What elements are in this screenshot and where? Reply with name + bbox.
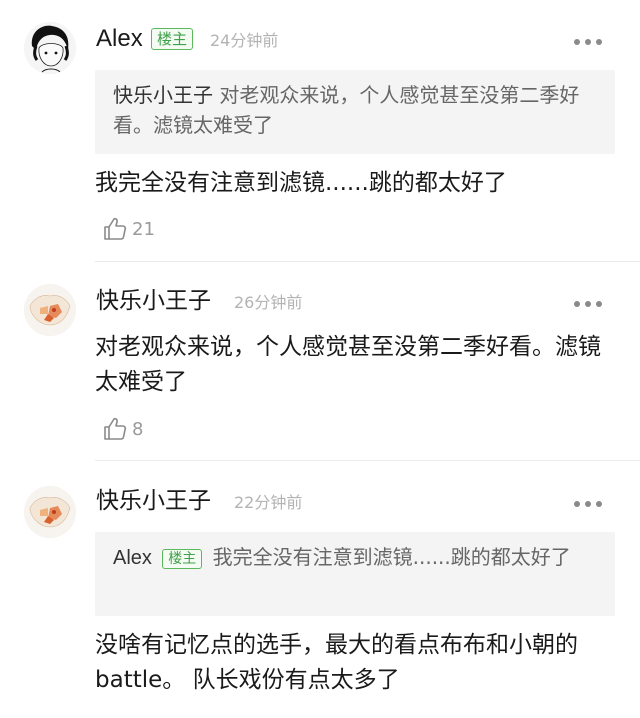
comment-item: Alex 楼主 24分钟前 快乐小王子 对老观众来说，个人感觉甚至没第二季好看。… bbox=[0, 0, 640, 262]
more-dots-icon[interactable] bbox=[574, 38, 602, 46]
op-badge: 楼主 bbox=[162, 548, 203, 569]
like-count: 21 bbox=[132, 218, 155, 240]
author-name[interactable]: Alex bbox=[96, 24, 143, 54]
quoted-author: 快乐小王子 bbox=[113, 83, 213, 107]
quoted-reply[interactable]: 快乐小王子 对老观众来说，个人感觉甚至没第二季好看。滤镜太难受了 bbox=[95, 70, 615, 154]
comment-item: 快乐小王子 26分钟前 对老观众来说，个人感觉甚至没第二季好看。滤镜太难受了 8 bbox=[0, 262, 640, 461]
map-avatar-illustration bbox=[24, 486, 76, 538]
more-dots-icon[interactable] bbox=[574, 300, 602, 308]
like-button[interactable]: 8 bbox=[102, 416, 143, 442]
avatar-illustration bbox=[24, 22, 76, 74]
like-button[interactable]: 21 bbox=[102, 216, 155, 242]
quoted-reply[interactable]: Alex 楼主 我完全没有注意到滤镜......跳的都太好了 bbox=[95, 532, 615, 616]
comment-time: 26分钟前 bbox=[234, 293, 303, 312]
map-avatar-illustration bbox=[24, 284, 76, 336]
comment-item: 快乐小王子 22分钟前 Alex 楼主 我完全没有注意到滤镜......跳的都太… bbox=[0, 460, 640, 718]
avatar[interactable] bbox=[24, 22, 76, 74]
avatar[interactable] bbox=[24, 284, 76, 336]
op-badge-wrap: 楼主 bbox=[151, 28, 194, 50]
quoted-author: Alex bbox=[113, 547, 152, 569]
more-dots-icon[interactable] bbox=[574, 500, 602, 508]
comment-text: 没啥有记忆点的选手，最大的看点布布和小朝的battle。 队长戏份有点太多了 bbox=[95, 632, 578, 693]
comment-time: 22分钟前 bbox=[234, 493, 303, 512]
author-name[interactable]: 快乐小王子 bbox=[96, 286, 211, 316]
comment-text: 我完全没有注意到滤镜......跳的都太好了 bbox=[95, 170, 507, 196]
thumbs-up-icon bbox=[104, 217, 127, 240]
comment-text: 对老观众来说，个人感觉甚至没第二季好看。滤镜太难受了 bbox=[95, 334, 601, 395]
author-name[interactable]: 快乐小王子 bbox=[96, 486, 211, 516]
like-count: 8 bbox=[132, 418, 144, 440]
thumbs-up-icon bbox=[104, 417, 127, 440]
comment-time: 24分钟前 bbox=[210, 31, 279, 50]
avatar[interactable] bbox=[24, 486, 76, 538]
quoted-text: 我完全没有注意到滤镜......跳的都太好了 bbox=[212, 545, 571, 569]
op-badge: 楼主 bbox=[151, 28, 194, 50]
